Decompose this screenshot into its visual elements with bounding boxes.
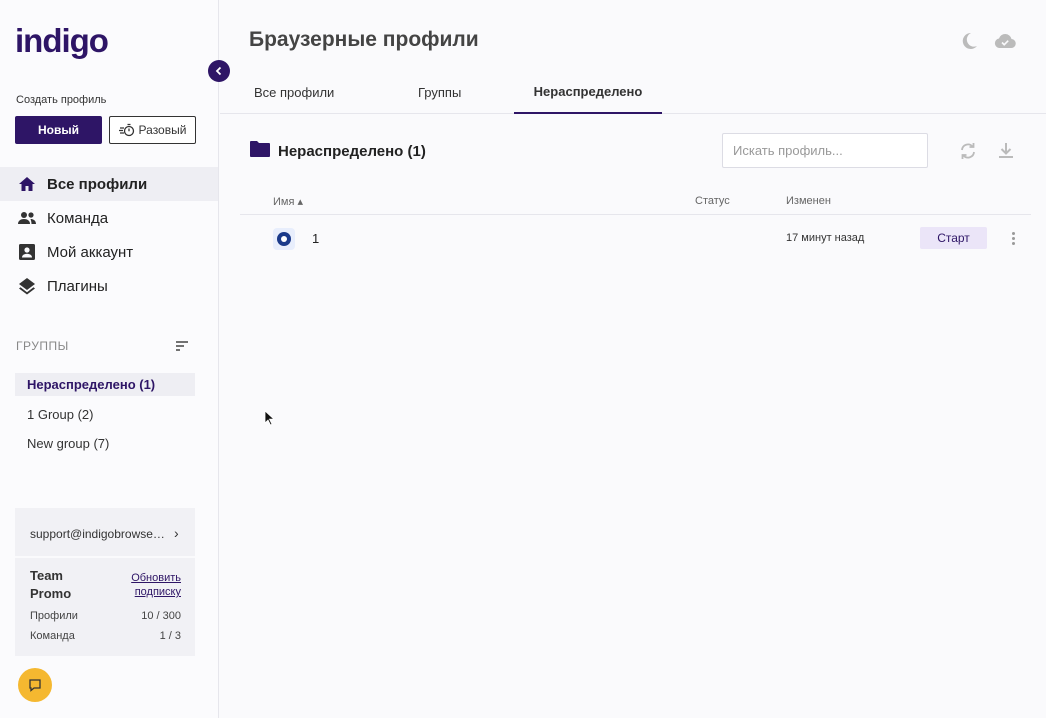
tab-bar: Все профили Группы Нераспределено (220, 70, 1046, 114)
refresh-icon[interactable] (958, 141, 978, 161)
chat-icon (29, 679, 41, 692)
account-panel: support@indigobrowser.com › Team Promo О… (15, 508, 195, 656)
collapse-sidebar-button[interactable] (208, 60, 230, 82)
stat-profiles: Профили 10 / 300 (30, 610, 181, 622)
dark-mode-icon[interactable] (958, 30, 980, 52)
account-divider (15, 556, 195, 558)
main-content: Браузерные профили Все профили Группы Не… (220, 0, 1046, 718)
account-icon (17, 242, 37, 262)
sidebar-item-all-profiles[interactable]: Все профили (0, 167, 218, 201)
profile-name: 1 (312, 231, 320, 246)
sort-icon[interactable] (174, 338, 190, 354)
section-title: Нераспределено (1) (278, 143, 426, 160)
more-options-icon[interactable] (1004, 229, 1022, 247)
page-title: Браузерные профили (249, 28, 479, 51)
account-email[interactable]: support@indigobrowser.com (30, 527, 165, 541)
one-time-profile-label: Разовый (138, 123, 187, 137)
chevron-right-icon[interactable]: › (174, 525, 179, 541)
create-profile-label: Создать профиль (16, 94, 107, 106)
download-icon[interactable] (996, 141, 1016, 161)
tab-unassigned[interactable]: Нераспределено (514, 70, 662, 114)
sidebar-item-label: Мой аккаунт (47, 243, 134, 261)
stat-team: Команда 1 / 3 (30, 630, 181, 642)
sidebar: indigo Создать профиль Новый Разовый Все… (0, 0, 219, 718)
column-header-status: Статус (695, 195, 730, 207)
sidebar-nav: Все профили Команда Мой аккаунт Плагины (0, 167, 218, 303)
home-icon (17, 174, 37, 194)
table-row[interactable]: 1 17 минут назад Старт (240, 216, 1031, 260)
layers-icon (17, 276, 37, 296)
upgrade-subscription-link[interactable]: Обновить подписку (121, 571, 181, 599)
groups-section-title: ГРУППЫ (16, 339, 69, 353)
search-input[interactable] (722, 133, 928, 168)
header-divider (240, 214, 1031, 215)
browser-profile-icon (273, 228, 295, 250)
plan-name: Team Promo (30, 568, 72, 601)
cloud-sync-icon[interactable] (993, 30, 1017, 52)
start-button[interactable]: Старт (920, 227, 987, 249)
timer-icon (118, 123, 134, 137)
stat-value: 10 / 300 (141, 610, 181, 622)
app-window: indigo Создать профиль Новый Разовый Все… (0, 0, 1046, 718)
sidebar-item-label: Команда (47, 209, 109, 227)
tab-groups[interactable]: Группы (418, 70, 461, 114)
sidebar-item-team[interactable]: Команда (0, 201, 218, 235)
one-time-profile-button[interactable]: Разовый (109, 116, 196, 144)
stat-label: Профили (30, 610, 78, 622)
logo[interactable]: indigo (15, 22, 109, 60)
team-icon (17, 208, 37, 228)
sidebar-item-my-account[interactable]: Мой аккаунт (0, 235, 218, 269)
mouse-cursor-icon (264, 410, 276, 426)
group-item-unassigned[interactable]: Нераспределено (1) (15, 373, 195, 396)
sidebar-item-label: Все профили (47, 175, 148, 193)
column-header-changed: Изменен (786, 195, 831, 207)
support-chat-button[interactable] (18, 668, 52, 702)
column-header-name[interactable]: Имя ▴ (273, 195, 303, 208)
sidebar-item-label: Плагины (47, 277, 108, 295)
folder-icon (250, 141, 270, 157)
tab-all-profiles[interactable]: Все профили (254, 70, 334, 114)
profile-changed: 17 минут назад (786, 232, 865, 244)
group-item-1-group[interactable]: 1 Group (2) (15, 403, 195, 426)
stat-label: Команда (30, 630, 75, 642)
sidebar-item-plugins[interactable]: Плагины (0, 269, 218, 303)
stat-value: 1 / 3 (159, 630, 181, 642)
new-profile-button[interactable]: Новый (15, 116, 102, 144)
chevron-left-icon (215, 66, 222, 76)
group-item-new-group[interactable]: New group (7) (15, 432, 195, 455)
group-list: Нераспределено (1) 1 Group (2) New group… (15, 373, 195, 462)
